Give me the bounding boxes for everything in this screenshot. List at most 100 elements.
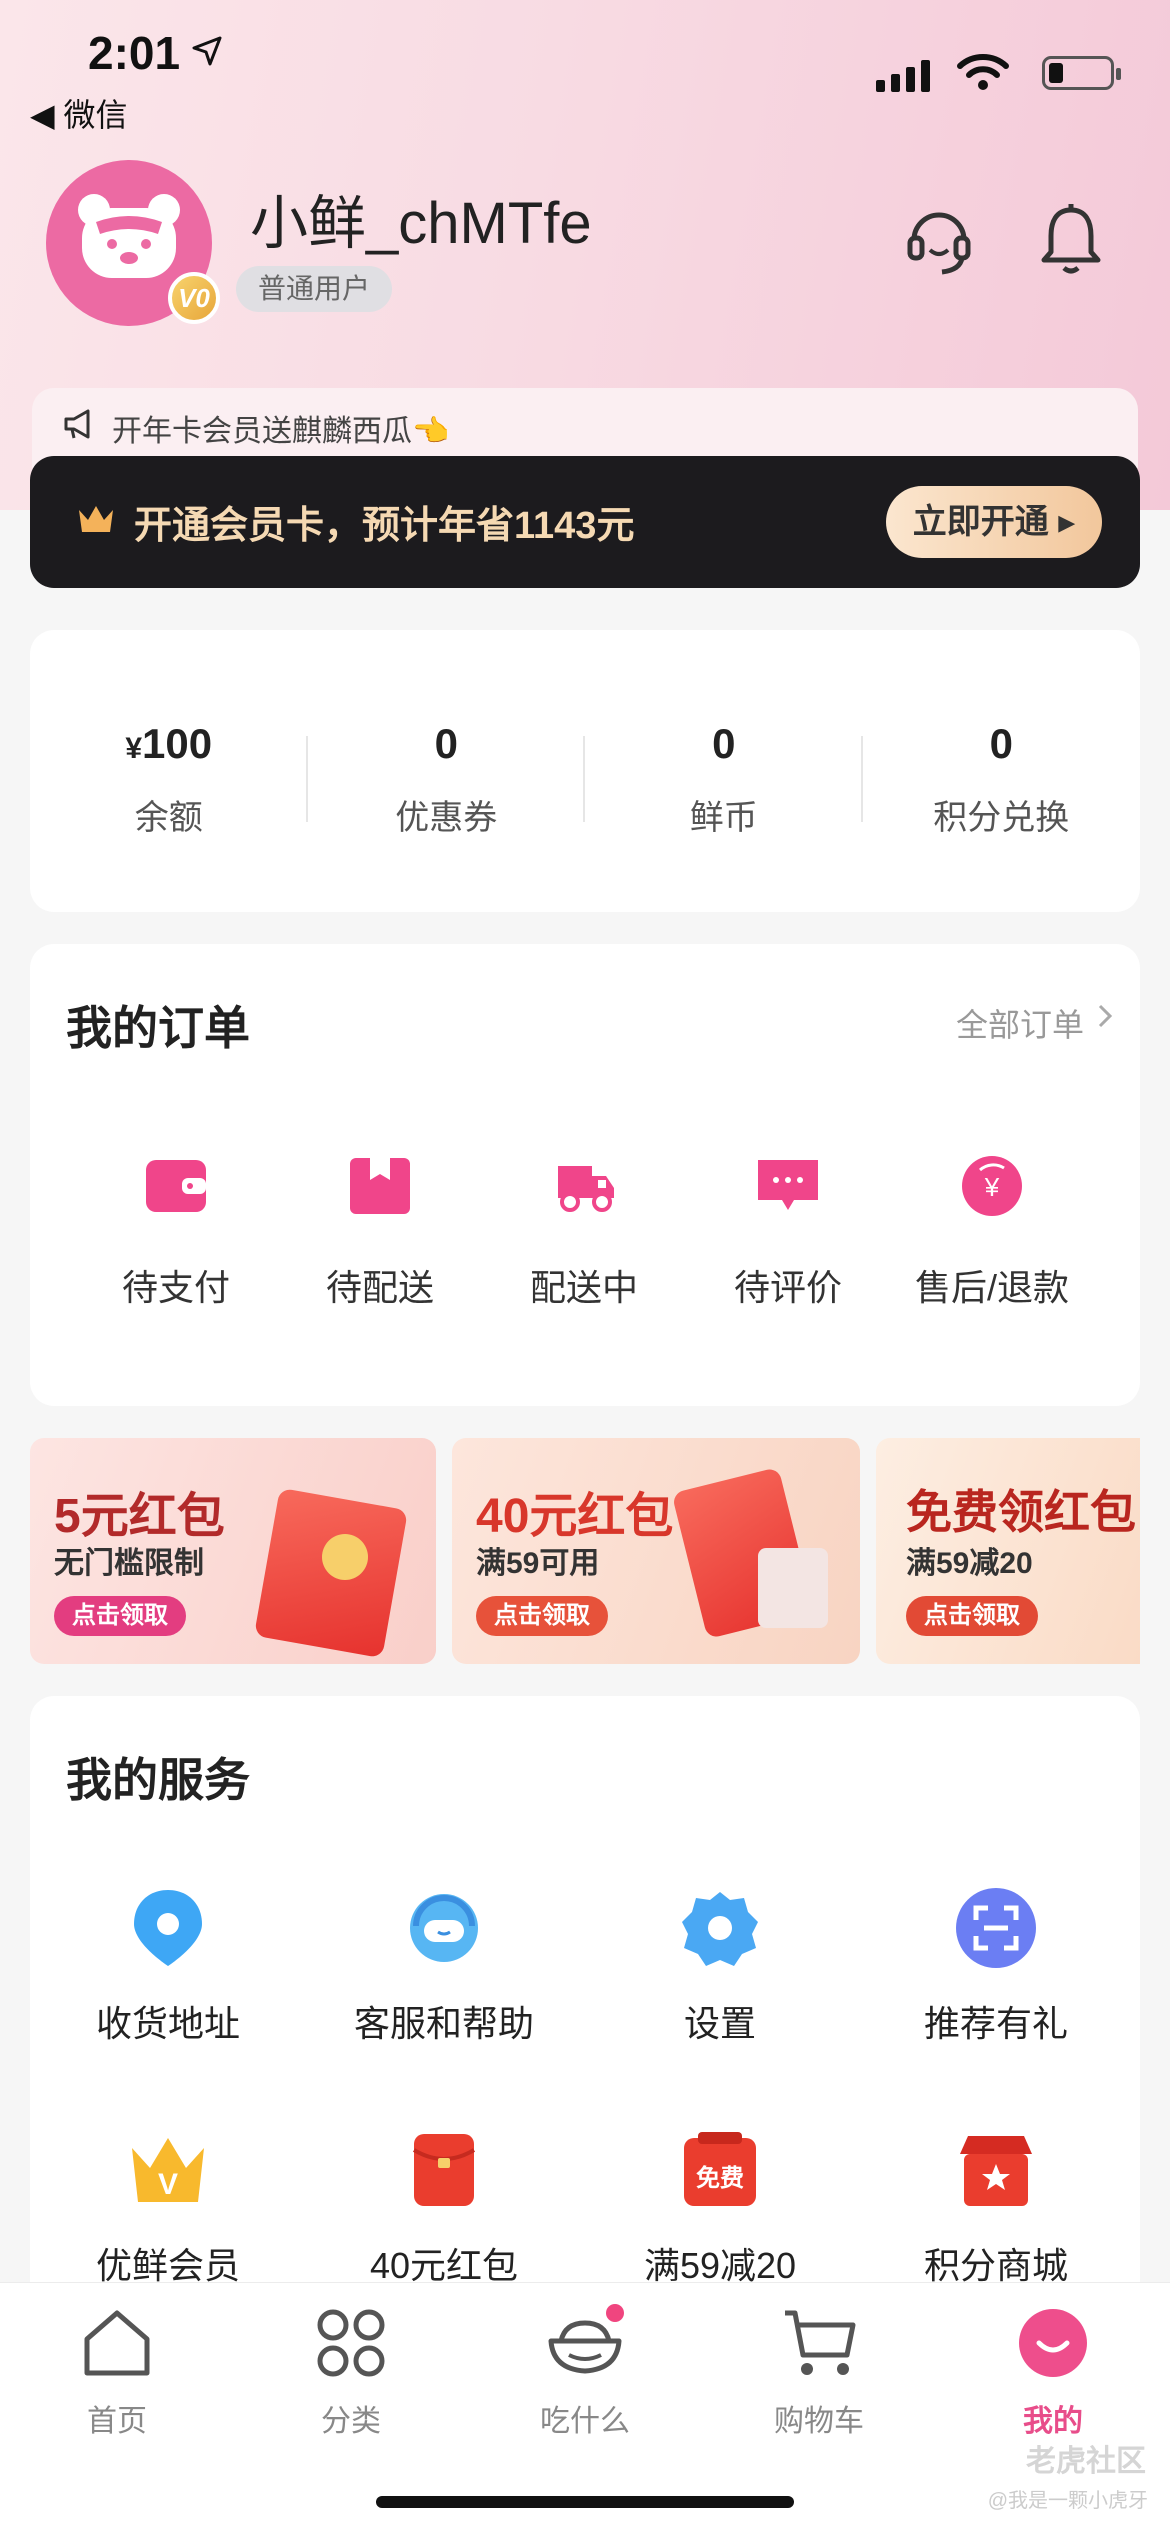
- coin-image: [322, 1534, 368, 1580]
- tab-what-to-eat[interactable]: 吃什么: [468, 2303, 702, 2440]
- package-icon: [350, 1158, 410, 1214]
- svg-text:¥: ¥: [984, 1172, 1000, 1202]
- banner-subtitle: 满59减20: [906, 1547, 1033, 1580]
- signal-icon: [876, 60, 930, 92]
- username: 小鲜_chMTfe: [250, 191, 592, 256]
- stat-coupons[interactable]: 0 优惠券: [308, 630, 585, 912]
- order-pending-payment[interactable]: 待支付: [76, 1154, 276, 1311]
- all-orders-link[interactable]: 全部订单: [955, 1000, 1113, 1046]
- comment-icon: [758, 1160, 818, 1210]
- stat-value: 0: [989, 720, 1013, 767]
- stat-balance[interactable]: ¥100 余额: [30, 630, 308, 912]
- banner-title: 免费领红包: [906, 1486, 1136, 1538]
- home-indicator: [376, 2496, 794, 2508]
- promo-notice-text: 开年卡会员送麒麟西瓜👈: [112, 415, 450, 448]
- stat-label: 鲜币: [689, 799, 758, 837]
- tab-label: 首页: [87, 2405, 147, 2438]
- stat-value: 0: [712, 720, 736, 767]
- tab-cart[interactable]: 购物车: [702, 2303, 936, 2440]
- tab-label: 购物车: [774, 2405, 864, 2438]
- order-pending-review[interactable]: 待评价: [688, 1154, 888, 1311]
- battery-icon: [1042, 56, 1121, 90]
- stat-value: 0: [434, 720, 458, 767]
- red-packet-icon: [412, 2134, 476, 2206]
- store-icon: [960, 2136, 1032, 2206]
- chevron-right-icon: ▸: [1058, 503, 1076, 541]
- service-vip-member[interactable]: V 优鲜会员: [30, 2128, 306, 2289]
- wallet-icon: [146, 1160, 206, 1212]
- order-in-delivery[interactable]: 配送中: [484, 1154, 684, 1311]
- order-label: 售后/退款: [914, 1267, 1069, 1308]
- coupon-badge-text: 免费: [696, 2164, 744, 2192]
- order-label: 待支付: [121, 1267, 230, 1308]
- banner-claim-button[interactable]: 点击领取: [54, 1596, 186, 1636]
- food-bowl-icon: [548, 2304, 624, 2374]
- tab-category[interactable]: 分类: [234, 2303, 468, 2440]
- customer-service-headset-icon[interactable]: [904, 200, 974, 280]
- tab-label: 我的: [1023, 2405, 1083, 2438]
- notification-bell-icon[interactable]: [1036, 200, 1106, 280]
- order-pending-delivery[interactable]: 待配送: [280, 1154, 480, 1311]
- banner-subtitle: 满59可用: [476, 1547, 600, 1580]
- service-40-yuan-packet[interactable]: 40元红包: [306, 2128, 582, 2289]
- vip-membership-bar[interactable]: 开通会员卡，预计年省1143元 立即开通 ▸: [30, 456, 1140, 588]
- category-grid-icon: [317, 2309, 385, 2377]
- service-label: 客服和帮助: [353, 2003, 534, 2044]
- all-orders-label: 全部订单: [955, 1007, 1084, 1043]
- stat-label: 优惠券: [395, 799, 498, 837]
- service-customer-help[interactable]: 客服和帮助: [306, 1886, 582, 2047]
- banner-claim-button[interactable]: 点击领取: [476, 1596, 608, 1636]
- location-arrow-icon: [192, 36, 222, 66]
- tab-my-profile[interactable]: 我的: [936, 2303, 1170, 2440]
- service-label: 推荐有礼: [923, 2003, 1068, 2044]
- activate-vip-button-label: 立即开通: [912, 503, 1049, 541]
- service-settings[interactable]: 设置: [582, 1886, 858, 2047]
- user-level-tag: 普通用户: [236, 266, 393, 312]
- banner-40-yuan-red-packet[interactable]: 40元红包 满59可用 点击领取: [452, 1438, 860, 1664]
- banner-title: 5元红包: [54, 1490, 225, 1543]
- stat-label: 积分兑换: [933, 799, 1070, 837]
- service-coupon-59-20[interactable]: 免费 满59减20: [582, 2128, 858, 2289]
- back-to-wechat-link[interactable]: ◀ 微信: [30, 90, 128, 136]
- crown-icon: V: [132, 2138, 204, 2202]
- banner-free-red-packet[interactable]: 免费领红包 满59减20 点击领取: [876, 1438, 1140, 1664]
- status-time: 2:01: [88, 27, 181, 79]
- stat-coins[interactable]: 0 鲜币: [585, 630, 863, 912]
- service-address[interactable]: 收货地址: [30, 1886, 306, 2047]
- tab-home[interactable]: 首页: [0, 2303, 234, 2440]
- orders-title: 我的订单: [66, 1002, 250, 1054]
- banner-title: 40元红包: [476, 1490, 674, 1543]
- free-coupon-icon: 免费: [684, 2132, 756, 2206]
- watermark-site: 老虎社区: [1026, 2445, 1146, 2478]
- settings-gear-icon: [682, 1892, 758, 1966]
- chevron-right-icon: [1098, 1004, 1113, 1028]
- order-after-sales[interactable]: ¥ 售后/退款: [892, 1154, 1092, 1311]
- banner-subtitle: 无门槛限制: [54, 1547, 204, 1580]
- service-referral[interactable]: 推荐有礼: [858, 1886, 1134, 2047]
- delivery-truck-icon: [558, 1166, 614, 1212]
- vip-crown-icon: [79, 506, 113, 532]
- order-label: 待配送: [325, 1267, 434, 1308]
- service-points-mall[interactable]: 积分商城: [858, 2128, 1134, 2289]
- order-label: 待评价: [733, 1267, 842, 1308]
- service-label: 收货地址: [95, 2003, 240, 2044]
- service-label: 设置: [683, 2003, 756, 2044]
- activate-vip-button[interactable]: 立即开通 ▸: [886, 486, 1102, 558]
- stat-value: 100: [142, 720, 213, 767]
- svg-text:V: V: [158, 2168, 178, 2201]
- profile-smile-icon: [1019, 2309, 1087, 2377]
- my-orders-card: 我的订单 全部订单 待支付 待配送 配送中 待评价 ¥ 售后/退款: [30, 944, 1140, 1406]
- customer-service-icon: [410, 1894, 478, 1962]
- banner-5-yuan-red-packet[interactable]: 5元红包 无门槛限制 点击领取: [30, 1438, 436, 1664]
- stat-points[interactable]: 0 积分兑换: [863, 630, 1141, 912]
- scan-icon: [956, 1888, 1036, 1968]
- coupon-card-image: [758, 1548, 828, 1628]
- refund-icon: ¥: [962, 1156, 1022, 1216]
- banner-claim-button[interactable]: 点击领取: [906, 1596, 1038, 1636]
- stat-label: 余额: [134, 799, 203, 837]
- tab-label: 吃什么: [540, 2405, 630, 2438]
- order-label: 配送中: [529, 1267, 638, 1308]
- vip-promo-text: 开通会员卡，预计年省1143元: [134, 505, 635, 547]
- wallet-stats-card: ¥100 余额 0 优惠券 0 鲜币 0 积分兑换: [30, 630, 1140, 912]
- watermark-author: @我是一颗小虎牙: [987, 2490, 1148, 2512]
